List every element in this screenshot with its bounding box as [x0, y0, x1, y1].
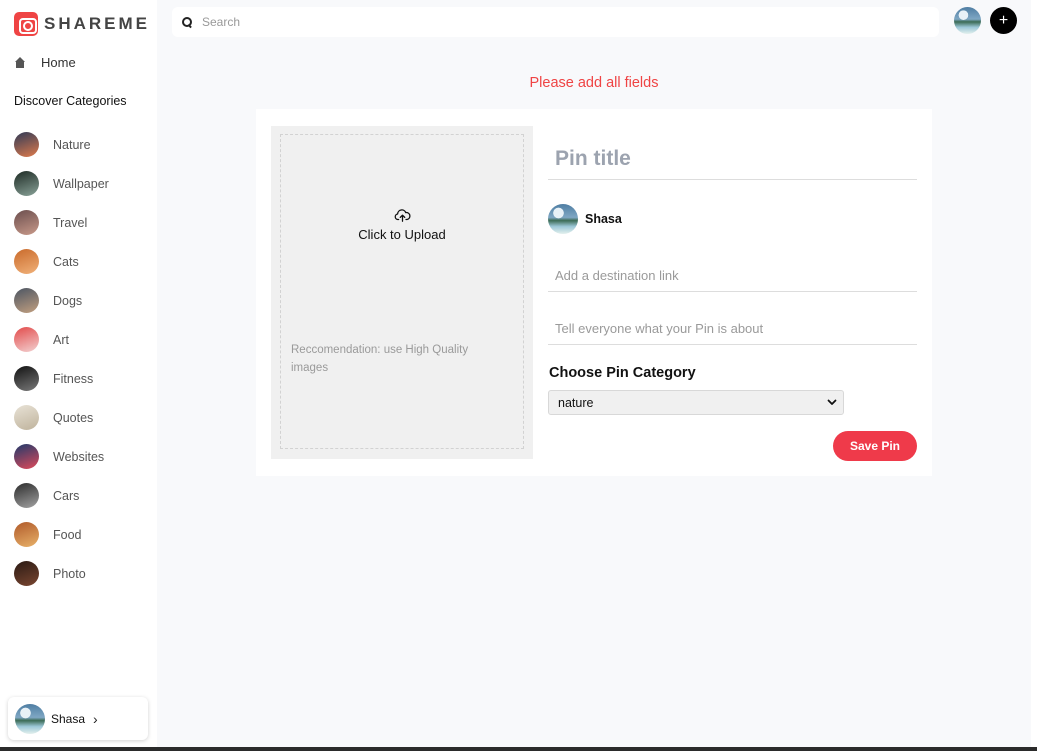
create-pin-card: Click to Upload Reccomendation: use High…	[256, 109, 932, 476]
category-thumbnail	[14, 522, 39, 547]
search-icon	[182, 16, 193, 28]
sidebar-item-label: Quotes	[53, 410, 94, 425]
category-thumbnail	[14, 366, 39, 391]
discover-categories-heading: Discover Categories	[14, 94, 127, 108]
category-thumbnail	[14, 210, 39, 235]
window-bottom-edge	[0, 747, 1037, 751]
add-pin-button[interactable]: +	[990, 7, 1017, 34]
category-select-value: nature	[558, 395, 594, 410]
upload-recommendation: Reccomendation: use High Quality images	[291, 344, 469, 374]
sidebar-item-label: Travel	[53, 215, 88, 230]
category-heading: Choose Pin Category	[549, 365, 696, 381]
sidebar-item-art[interactable]: Art	[14, 320, 109, 359]
sidebar-item-label: Photo	[53, 566, 86, 581]
save-pin-button[interactable]: Save Pin	[833, 431, 917, 461]
category-thumbnail	[14, 249, 39, 274]
upload-area: Click to Upload Reccomendation: use High…	[271, 126, 533, 459]
sidebar-item-cats[interactable]: Cats	[14, 242, 109, 281]
upload-label: Click to Upload	[358, 227, 446, 242]
sidebar-item-photo[interactable]: Photo	[14, 554, 109, 593]
pin-title-input[interactable]	[548, 139, 917, 180]
chevron-right-icon: ›	[93, 710, 98, 727]
pin-about-input[interactable]	[548, 312, 917, 345]
sidebar-item-label: Websites	[53, 449, 105, 464]
home-icon	[14, 56, 26, 69]
sidebar-item-label: Dogs	[53, 293, 83, 308]
avatar	[548, 204, 578, 234]
sidebar-item-cars[interactable]: Cars	[14, 476, 109, 515]
camera-logo-icon	[14, 12, 38, 36]
chevron-down-icon	[827, 399, 837, 405]
sidebar-item-label: Art	[53, 332, 69, 347]
sidebar-item-dogs[interactable]: Dogs	[14, 281, 109, 320]
category-thumbnail	[14, 327, 39, 352]
upload-dropzone[interactable]: Click to Upload Reccomendation: use High…	[280, 134, 524, 449]
search-input[interactable]	[202, 15, 902, 29]
sidebar-item-quotes[interactable]: Quotes	[14, 398, 109, 437]
user-name: Shasa	[51, 711, 86, 726]
category-thumbnail	[14, 171, 39, 196]
category-thumbnail	[14, 444, 39, 469]
sidebar-item-home[interactable]: Home	[14, 55, 76, 70]
cloud-upload-icon	[394, 209, 411, 222]
category-select[interactable]: nature	[548, 390, 844, 415]
sidebar-item-nature[interactable]: Nature	[14, 125, 109, 164]
sidebar-item-label: Home	[41, 55, 76, 70]
sidebar: SHAREME Home Discover Categories Nature W…	[0, 0, 157, 751]
category-list: Nature Wallpaper Travel Cats Dogs Art Fitness Q…	[14, 125, 109, 593]
scrollbar-track[interactable]	[1031, 0, 1037, 751]
author-name: Shasa	[585, 212, 622, 226]
sidebar-item-travel[interactable]: Travel	[14, 203, 109, 242]
logo[interactable]: SHAREME	[14, 12, 150, 36]
search-bar[interactable]	[172, 7, 939, 37]
sidebar-item-label: Wallpaper	[53, 176, 109, 191]
user-profile-button[interactable]: Shasa ›	[8, 697, 148, 740]
sidebar-item-label: Cars	[53, 488, 80, 503]
sidebar-item-label: Cats	[53, 254, 79, 269]
sidebar-item-food[interactable]: Food	[14, 515, 109, 554]
category-thumbnail	[14, 132, 39, 157]
sidebar-item-fitness[interactable]: Fitness	[14, 359, 109, 398]
category-thumbnail	[14, 288, 39, 313]
header-avatar[interactable]	[954, 7, 981, 34]
sidebar-item-wallpaper[interactable]: Wallpaper	[14, 164, 109, 203]
logo-text: SHAREME	[44, 14, 151, 33]
pin-author: Shasa	[548, 204, 622, 234]
sidebar-item-label: Nature	[53, 137, 91, 152]
category-thumbnail	[14, 483, 39, 508]
destination-link-input[interactable]	[548, 259, 917, 292]
sidebar-item-label: Fitness	[53, 371, 94, 386]
error-message: Please add all fields	[529, 75, 659, 91]
sidebar-item-websites[interactable]: Websites	[14, 437, 109, 476]
category-thumbnail	[14, 561, 39, 586]
sidebar-item-label: Food	[53, 527, 82, 542]
category-thumbnail	[14, 405, 39, 430]
avatar	[15, 703, 45, 734]
